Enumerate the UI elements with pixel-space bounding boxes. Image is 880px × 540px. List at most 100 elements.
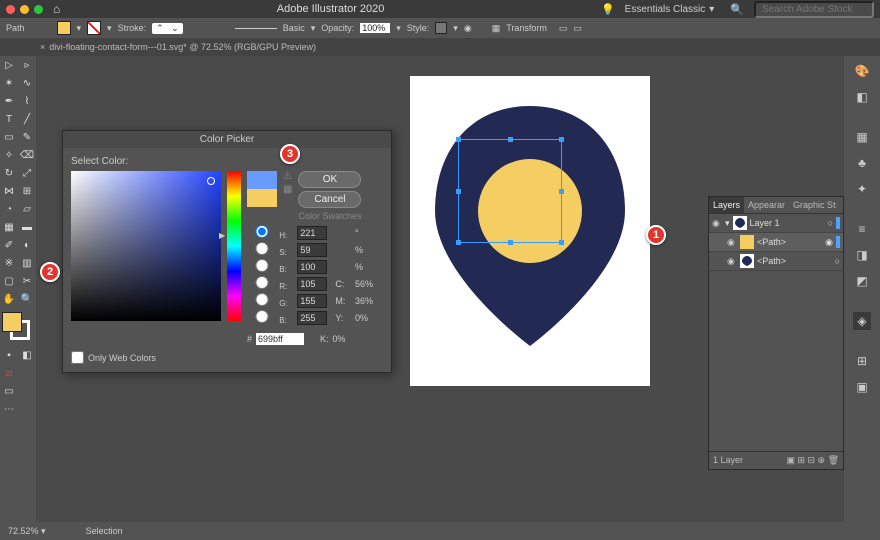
b-radio[interactable] <box>247 259 277 272</box>
close-icon[interactable] <box>6 5 15 14</box>
layers-actions[interactable]: ▣ ⊞ ⊟ ⊕ 🗑 <box>786 455 839 466</box>
web-colors-input[interactable] <box>71 351 84 364</box>
color-spectrum[interactable] <box>71 171 221 321</box>
artboard[interactable] <box>410 76 650 386</box>
fill-swatch[interactable] <box>57 21 71 35</box>
free-transform-tool[interactable]: ⊞ <box>18 182 36 200</box>
none-mode-icon[interactable]: ⧄ <box>0 364 18 382</box>
web-colors-checkbox[interactable]: Only Web Colors <box>71 351 383 364</box>
mesh-tool[interactable]: ▦ <box>0 218 18 236</box>
search-icon[interactable]: 🔍 <box>730 3 744 16</box>
hex-input[interactable] <box>256 333 304 345</box>
spectrum-cursor[interactable] <box>207 177 215 185</box>
r-input[interactable] <box>297 277 327 291</box>
status-tool[interactable]: Selection <box>86 526 123 536</box>
layer-row[interactable]: ◉ <Path> ○ <box>709 252 843 271</box>
eraser-tool[interactable]: ⌫ <box>18 146 36 164</box>
transparency-panel-icon[interactable]: ◩ <box>853 272 871 290</box>
color-guide-panel-icon[interactable]: ◧ <box>853 88 871 106</box>
style-dropdown-icon[interactable]: ▾ <box>453 23 458 34</box>
brush-preview[interactable] <box>235 28 277 29</box>
document-tab[interactable]: × divi-floating-contact-form---01.svg* @… <box>40 42 316 52</box>
search-input[interactable] <box>754 1 874 18</box>
graph-tool[interactable]: ▥ <box>18 254 36 272</box>
hand-tool[interactable]: ✋ <box>0 290 18 308</box>
cloud-sync-icon[interactable]: 💡 <box>601 3 615 16</box>
target-icon[interactable]: ○ <box>828 218 833 228</box>
visibility-icon[interactable]: ◉ <box>712 218 722 229</box>
brush-dropdown-icon[interactable]: ▾ <box>311 23 316 34</box>
opacity-input[interactable] <box>360 23 390 33</box>
b2-input[interactable] <box>297 311 327 325</box>
color-swatches-link[interactable]: Color Swatches <box>298 211 361 221</box>
swatches-panel-icon[interactable]: ▦ <box>853 128 871 146</box>
symbols-panel-icon[interactable]: ✦ <box>853 180 871 198</box>
properties-panel-icon[interactable]: ⊞ <box>853 352 871 370</box>
b2-radio[interactable] <box>247 310 277 323</box>
g-radio[interactable] <box>247 293 277 306</box>
stroke-swatch[interactable] <box>87 21 101 35</box>
transform-label[interactable]: Transform <box>506 23 547 33</box>
web-safe-icon[interactable]: ▦ <box>283 184 292 195</box>
b-input[interactable] <box>297 260 327 274</box>
screen-mode-icon[interactable]: ▭ <box>0 382 18 400</box>
zoom-tool[interactable]: 🔍 <box>18 290 36 308</box>
target-icon[interactable]: ◉ <box>825 237 833 248</box>
gradient-tool[interactable]: ▬ <box>18 218 36 236</box>
eyedropper-tool[interactable]: ✐ <box>0 236 18 254</box>
color-mode-icon[interactable]: ▪ <box>0 346 18 364</box>
tab-close-icon[interactable]: × <box>40 42 45 52</box>
home-icon[interactable]: ⌂ <box>53 2 60 16</box>
layer-row[interactable]: ◉ <Path> ◉ <box>709 233 843 252</box>
visibility-icon[interactable]: ◉ <box>727 237 737 248</box>
visibility-icon[interactable]: ◉ <box>727 256 737 267</box>
layer-name[interactable]: <Path> <box>757 237 786 247</box>
align-icon[interactable]: ▦ <box>492 23 501 34</box>
style-swatch[interactable] <box>435 22 447 34</box>
brushes-panel-icon[interactable]: ♣ <box>853 154 871 172</box>
rectangle-tool[interactable]: ▭ <box>0 128 18 146</box>
h-radio[interactable] <box>247 225 277 238</box>
line-tool[interactable]: ╱ <box>18 110 36 128</box>
type-tool[interactable]: T <box>0 110 18 128</box>
recolor-icon[interactable]: ◉ <box>464 23 472 34</box>
blend-tool[interactable]: ◐ <box>18 236 36 254</box>
cancel-button[interactable]: Cancel <box>298 191 361 208</box>
perspective-tool[interactable]: ▱ <box>18 200 36 218</box>
libraries-panel-icon[interactable]: ▣ <box>853 378 871 396</box>
pen-tool[interactable]: ✒ <box>0 92 18 110</box>
fill-dropdown-icon[interactable]: ▾ <box>77 23 82 34</box>
shape-builder-tool[interactable]: ◔ <box>0 200 18 218</box>
opacity-dropdown-icon[interactable]: ▾ <box>396 23 401 34</box>
layers-panel-icon[interactable]: ◈ <box>853 312 871 330</box>
magic-wand-tool[interactable]: ✶ <box>0 74 18 92</box>
s-radio[interactable] <box>247 242 277 255</box>
gradient-mode-icon[interactable]: ◧ <box>18 346 36 364</box>
slice-tool[interactable]: ✂ <box>18 272 36 290</box>
stroke-weight-input[interactable]: ⌃ ⌄ <box>152 23 183 34</box>
layer-row[interactable]: ◉ ▾ Layer 1 ○ <box>709 214 843 233</box>
disclosure-icon[interactable]: ▾ <box>725 218 730 229</box>
lasso-tool[interactable]: ∿ <box>18 74 36 92</box>
paintbrush-tool[interactable]: ✎ <box>18 128 36 146</box>
minimize-icon[interactable] <box>20 5 29 14</box>
fill-indicator[interactable] <box>2 312 22 332</box>
selection-tool[interactable]: ▷ <box>0 56 18 74</box>
width-tool[interactable]: ⋈ <box>0 182 18 200</box>
tab-layers[interactable]: Layers <box>709 197 744 213</box>
ok-button[interactable]: OK <box>298 171 361 188</box>
stroke-dropdown-icon[interactable]: ▾ <box>107 23 112 34</box>
curvature-tool[interactable]: ⌇ <box>18 92 36 110</box>
tab-appearance[interactable]: Appearar <box>744 197 789 213</box>
workspace-switcher[interactable]: Essentials Classic ▾ <box>625 4 721 15</box>
stroke-panel-icon[interactable]: ≡ <box>853 220 871 238</box>
h-input[interactable] <box>297 226 327 240</box>
color-panel-icon[interactable]: 🎨 <box>853 62 871 80</box>
hue-slider[interactable] <box>227 171 241 321</box>
selection-bbox[interactable] <box>458 139 562 243</box>
layer-name[interactable]: <Path> <box>757 256 786 266</box>
r-radio[interactable] <box>247 276 277 289</box>
layer-name[interactable]: Layer 1 <box>750 218 780 228</box>
symbol-sprayer-tool[interactable]: ※ <box>0 254 18 272</box>
direct-selection-tool[interactable]: ▹ <box>18 56 36 74</box>
